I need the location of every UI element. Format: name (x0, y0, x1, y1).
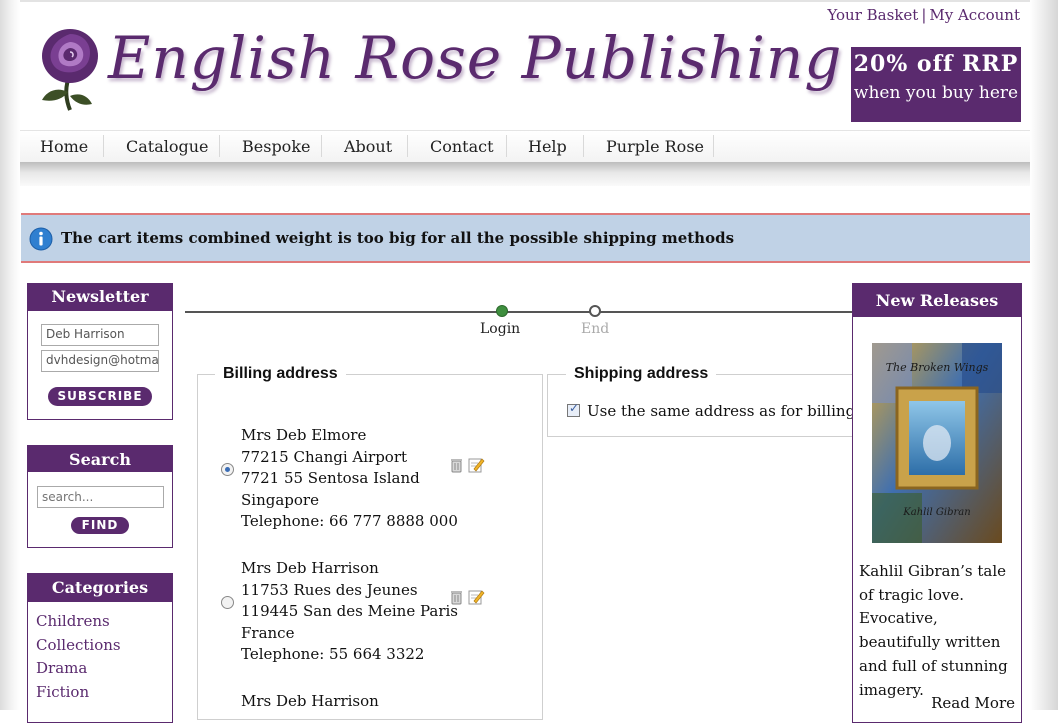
nav-item-purple-rose[interactable]: Purple Rose (606, 137, 704, 156)
address-line: France (241, 623, 295, 642)
address-line: 77215 Changi Airport (241, 447, 408, 466)
nav-item-about[interactable]: About (344, 137, 392, 156)
new-release-description: Kahlil Gibran’s tale of tragic love. Evo… (859, 562, 1008, 699)
promo-banner[interactable]: 20% off RRP when you buy here (851, 47, 1021, 122)
billing-address-2[interactable]: Mrs Deb Harrison 11753 Rues des Jeunes 1… (241, 558, 458, 666)
rose-logo-icon[interactable] (32, 22, 104, 112)
nav-item-catalogue[interactable]: Catalogue (126, 137, 209, 156)
address-line: 11753 Rues des Jeunes (241, 580, 418, 599)
nav-item-contact[interactable]: Contact (430, 137, 494, 156)
category-link-childrens[interactable]: Childrens (36, 612, 110, 630)
step-label-login: Login (480, 321, 521, 337)
address-line: 119445 San des Meine Paris (241, 602, 458, 620)
nav-divider (321, 135, 322, 157)
page-top-border (20, 0, 1030, 2)
info-icon (29, 227, 53, 251)
category-link-drama[interactable]: Drama (36, 659, 87, 677)
top-links: Your Basket | My Account (827, 6, 1020, 24)
page-right-shadow (1030, 0, 1058, 710)
book-cover-title: The Broken Wings (886, 361, 989, 374)
top-links-separator: | (921, 6, 927, 24)
checkout-progress-line (185, 311, 852, 313)
step-current-dot (496, 305, 508, 317)
delete-address-icon[interactable] (450, 590, 463, 605)
shipping-address-legend: Shipping address (566, 365, 717, 383)
step-pending-dot (589, 305, 601, 317)
search-title: Search (28, 446, 172, 472)
nav-divider (713, 135, 714, 157)
nav-item-bespoke[interactable]: Bespoke (242, 137, 310, 156)
promo-headline: 20% off RRP (853, 51, 1019, 77)
billing-address-radio-1[interactable] (221, 463, 234, 476)
main-navigation: Home Catalogue Bespoke About Contact Hel… (20, 130, 1030, 162)
billing-address-1[interactable]: Mrs Deb Elmore 77215 Changi Airport 7721… (241, 425, 458, 533)
nav-item-help[interactable]: Help (528, 137, 567, 156)
address-line: Mrs Deb Harrison (241, 692, 379, 710)
subscribe-button[interactable]: SUBSCRIBE (48, 387, 152, 406)
address-line: 7721 55 Sentosa Island (241, 469, 420, 487)
same-as-billing-checkbox[interactable] (567, 401, 580, 417)
book-cover-image[interactable]: The Broken Wings Kahlil Gibran (872, 343, 1002, 543)
nav-divider (583, 135, 584, 157)
page-left-shadow (0, 0, 20, 710)
nav-divider (506, 135, 507, 157)
my-account-link[interactable]: My Account (929, 6, 1020, 24)
address-line: Mrs Deb Harrison (241, 559, 379, 577)
notice-message: The cart items combined weight is too bi… (61, 229, 735, 247)
site-logo-text[interactable]: English Rose Publishing (108, 24, 842, 92)
address-line: Singapore (241, 490, 319, 509)
delete-address-icon[interactable] (450, 458, 463, 473)
your-basket-link[interactable]: Your Basket (827, 6, 918, 24)
search-box: Search FIND (27, 445, 173, 548)
nav-divider (407, 135, 408, 157)
newsletter-box: Newsletter Deb Harrison dvhdesign@hotma … (27, 283, 173, 420)
address-line: Telephone: 66 777 8888 000 (241, 512, 458, 530)
same-as-billing-label[interactable]: Use the same address as for billing (587, 402, 855, 420)
nav-divider (219, 135, 220, 157)
shipping-weight-notice: The cart items combined weight is too bi… (21, 213, 1030, 263)
newsletter-name-field[interactable]: Deb Harrison (41, 324, 159, 346)
categories-box: Categories Childrens Collections Drama F… (27, 573, 173, 723)
read-more-link[interactable]: Read More (931, 694, 1015, 712)
nav-shadow (20, 162, 1030, 186)
newsletter-email-field[interactable]: dvhdesign@hotma (41, 350, 159, 372)
billing-address-3[interactable]: Mrs Deb Harrison (241, 691, 379, 713)
nav-item-home[interactable]: Home (40, 137, 88, 156)
billing-address-radio-2[interactable] (221, 596, 234, 609)
billing-address-legend: Billing address (215, 365, 346, 383)
promo-subline: when you buy here (853, 83, 1019, 103)
new-releases-box: New Releases The Broken Wings Kahlil Gib… (852, 283, 1022, 723)
search-input[interactable] (37, 486, 164, 508)
categories-title: Categories (28, 574, 172, 602)
category-link-fiction[interactable]: Fiction (36, 683, 89, 701)
nav-divider (103, 135, 104, 157)
category-link-collections[interactable]: Collections (36, 636, 121, 654)
step-label-end: End (581, 321, 610, 337)
address-line: Mrs Deb Elmore (241, 426, 367, 444)
find-button[interactable]: FIND (71, 517, 129, 534)
address-line: Telephone: 55 664 3322 (241, 645, 425, 663)
new-releases-title: New Releases (853, 284, 1021, 317)
edit-address-icon[interactable] (468, 456, 485, 473)
newsletter-title: Newsletter (28, 284, 172, 311)
edit-address-icon[interactable] (468, 588, 485, 605)
book-cover-author: Kahlil Gibran (902, 507, 970, 518)
